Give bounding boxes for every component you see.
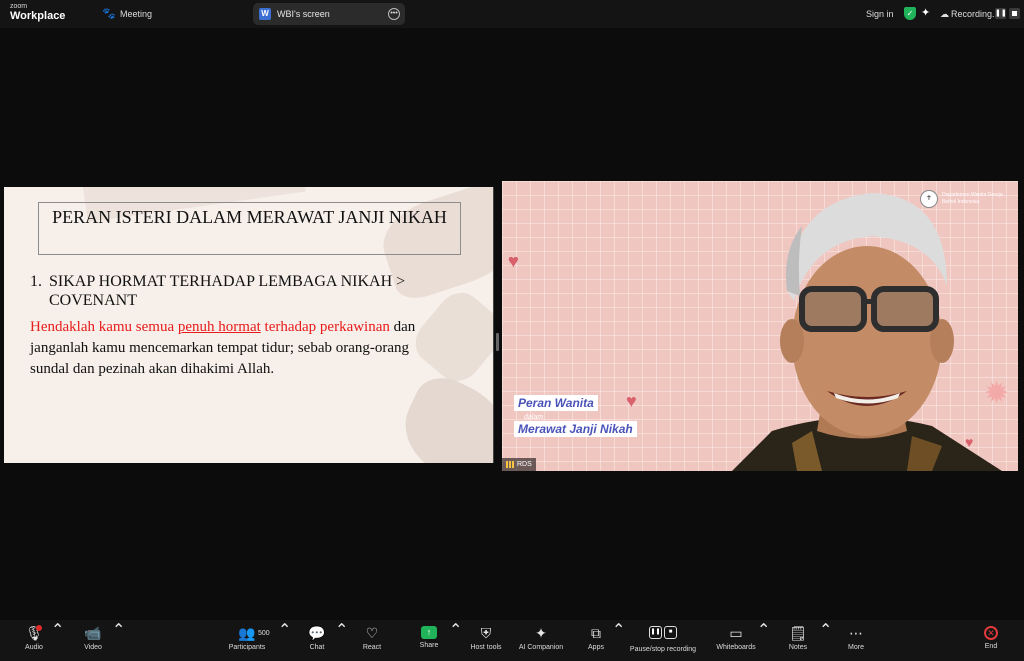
chat-icon: 💬 — [308, 625, 326, 641]
shared-screen: PERAN ISTERI DALAM MERAWAT JANJI NIKAH 1… — [4, 187, 494, 463]
heart-decoration-icon: ♥ — [626, 391, 637, 411]
meeting-label[interactable]: Meeting — [120, 9, 152, 19]
ai-companion-label: AI Companion — [518, 644, 564, 651]
more-button[interactable]: ⋯ More — [842, 620, 870, 661]
participants-button[interactable]: 👥 Participants — [222, 620, 272, 661]
speaker-video-tile[interactable]: ♥ ♥ ✹ ✝ Departemen Wanita Gereja Bethel … — [502, 181, 1018, 471]
microphone-icon: 🎙 — [25, 625, 43, 641]
organization-seal-icon: ✝ — [920, 190, 938, 208]
pause-recording-icon[interactable]: ❚❚ — [995, 8, 1007, 19]
lower-third-line1: Peran Wanita — [514, 395, 598, 411]
host-tools-label: Host tools — [470, 644, 502, 651]
share-screen-icon: ↑ — [421, 626, 437, 639]
slide-verse: Hendaklah kamu semua penuh hormat terhad… — [30, 317, 450, 380]
meeting-toolbar: 🎙 Audio ⌃ 📹 Video ⌃ 👥 Participants 500 ⌃… — [0, 620, 1024, 661]
whiteboards-button[interactable]: ▭ Whiteboards — [712, 620, 760, 661]
video-off-icon: 📹 — [84, 625, 102, 641]
pause-stop-recording-label: Pause/stop recording — [629, 646, 697, 653]
recording-status: Recording... — [951, 9, 1000, 19]
slide-brush-decoration — [390, 367, 493, 463]
react-button[interactable]: ♡ React — [356, 620, 388, 661]
video-options-caret[interactable]: ⌃ — [112, 620, 125, 661]
split-view-resize-handle[interactable] — [496, 333, 499, 351]
verse-red-2: terhadap perkawinan — [260, 319, 390, 335]
slide-point-text: SIKAP HORMAT TERHADAP LEMBAGA NIKAH > CO… — [49, 273, 406, 309]
pause-stop-icons: ❚❚ ■ — [626, 620, 700, 644]
end-meeting-icon: ✕ — [984, 626, 998, 640]
speaker-figure — [732, 193, 1002, 471]
whiteboards-label: Whiteboards — [716, 644, 756, 651]
more-icon[interactable]: ••• — [388, 8, 400, 20]
shield-icon: ⛨ — [480, 625, 492, 641]
brand-big: Workplace — [10, 10, 66, 22]
participant-name: RDS — [517, 461, 532, 468]
lower-third-line2: Merawat Janji Nikah — [514, 421, 637, 437]
apps-label: Apps — [588, 644, 604, 651]
zoom-logo: zoom Workplace — [10, 3, 65, 22]
ai-sparkle-icon[interactable]: ✦ — [921, 6, 930, 19]
audio-button[interactable]: 🎙 Audio — [16, 620, 52, 661]
stop-recording-icon[interactable] — [1009, 8, 1020, 19]
share-options-caret[interactable]: ⌃ — [449, 620, 462, 661]
heart-decoration-icon: ♥ — [508, 251, 519, 271]
ai-companion-button[interactable]: ✦ AI Companion — [514, 620, 568, 661]
apps-button[interactable]: ⧉ Apps — [582, 620, 610, 661]
share-button[interactable]: ↑ Share — [414, 620, 444, 661]
signal-strength-icon — [506, 460, 514, 468]
host-tools-button[interactable]: ⛨ Host tools — [466, 620, 506, 661]
stop-icon: ■ — [664, 626, 677, 639]
slide-point: 1. SIKAP HORMAT TERHADAP LEMBAGA NIKAH >… — [30, 272, 480, 310]
end-label: End — [984, 643, 998, 650]
notes-options-caret[interactable]: ⌃ — [819, 620, 832, 661]
screen-share-pill[interactable]: W WBI's screen ••• — [253, 3, 405, 25]
pause-stop-recording-button[interactable]: ❚❚ ■ Pause/stop recording — [626, 620, 700, 661]
react-label: React — [362, 644, 382, 651]
participants-label: Participants — [228, 644, 266, 651]
audio-label: Audio — [25, 644, 43, 651]
chat-label: Chat — [309, 644, 325, 651]
paw-icon[interactable]: 🐾 — [102, 8, 116, 20]
audio-options-caret[interactable]: ⌃ — [51, 620, 64, 661]
sign-in-link[interactable]: Sign in — [866, 9, 894, 19]
whiteboard-icon: ▭ — [729, 625, 743, 641]
verse-red-1: Hendaklah kamu semua — [30, 319, 178, 335]
notes-icon: 🗒 — [789, 625, 807, 641]
lower-third-dalam: dalam — [524, 414, 544, 421]
apps-grid-icon: ⧉ — [591, 625, 601, 641]
heart-outline-icon: ♡ — [365, 625, 379, 641]
cloud-recording-icon: ☁ — [940, 9, 949, 19]
video-label: Video — [84, 644, 102, 651]
notes-label: Notes — [788, 644, 808, 651]
apps-options-caret[interactable]: ⌃ — [612, 620, 625, 661]
screen-share-label: WBI's screen — [277, 9, 330, 19]
slide-point-number: 1. — [30, 273, 42, 290]
mic-alert-dot — [36, 625, 42, 631]
end-button[interactable]: ✕ End — [978, 620, 1004, 661]
verse-red-underline: penuh hormat — [177, 319, 261, 335]
organization-badge: ✝ Departemen Wanita Gereja Bethel Indone… — [920, 188, 1014, 212]
top-bar: zoom Workplace 🐾 Meeting W WBI's screen … — [0, 0, 1024, 28]
more-label: More — [848, 644, 864, 651]
participants-options-caret[interactable]: ⌃ — [278, 620, 291, 661]
encryption-shield-icon[interactable]: ✓ — [904, 7, 916, 20]
participant-name-tag: RDS — [502, 458, 536, 471]
ai-sparkle-icon: ✦ — [535, 625, 547, 641]
chat-options-caret[interactable]: ⌃ — [335, 620, 348, 661]
participants-count: 500 — [258, 630, 270, 637]
brand-small: zoom — [10, 3, 28, 10]
more-icon: ⋯ — [849, 625, 863, 641]
whiteboards-options-caret[interactable]: ⌃ — [757, 620, 770, 661]
organization-name: Departemen Wanita Gereja Bethel Indonesi… — [942, 192, 1003, 205]
pause-icon: ❚❚ — [649, 626, 662, 639]
word-app-icon: W — [259, 8, 271, 20]
slide-title: PERAN ISTERI DALAM MERAWAT JANJI NIKAH — [38, 202, 461, 255]
notes-button[interactable]: 🗒 Notes — [784, 620, 812, 661]
chat-button[interactable]: 💬 Chat — [302, 620, 332, 661]
share-label: Share — [419, 642, 439, 649]
video-button[interactable]: 📹 Video — [76, 620, 110, 661]
